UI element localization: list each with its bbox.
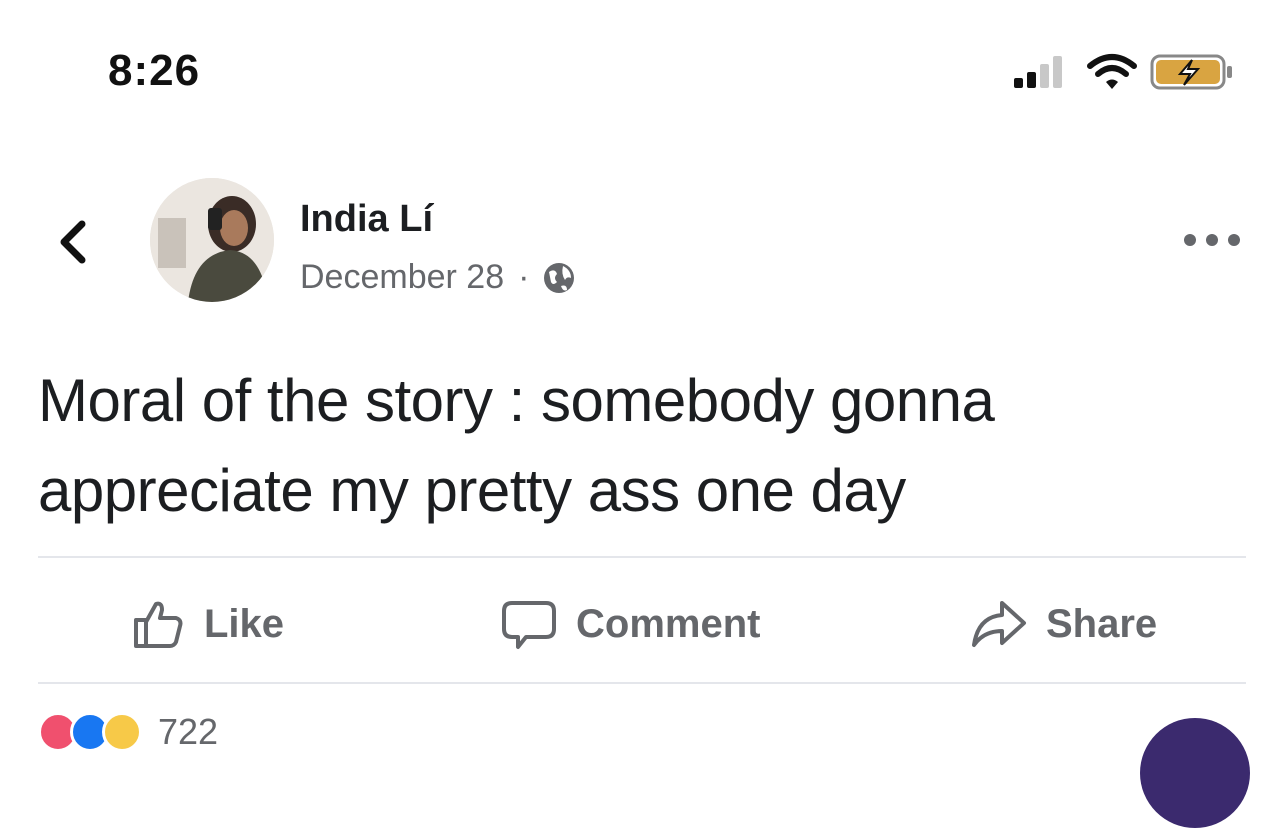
battery-charging-icon xyxy=(1150,54,1232,90)
divider xyxy=(38,556,1246,558)
reactions-summary[interactable]: 722 xyxy=(38,712,218,752)
like-button[interactable]: Like xyxy=(130,590,284,658)
avatar-photo-icon xyxy=(150,178,274,302)
status-time: 8:26 xyxy=(108,46,201,95)
post-meta: December 28 · xyxy=(300,258,577,297)
haha-reaction-icon xyxy=(102,712,142,752)
share-arrow-icon xyxy=(972,601,1026,647)
post-text-line: appreciate my pretty ass one day xyxy=(38,457,906,524)
thumbs-up-icon xyxy=(134,601,183,648)
back-chevron-icon[interactable] xyxy=(48,210,96,274)
comment-button[interactable]: Comment xyxy=(500,590,760,658)
post-date[interactable]: December 28 xyxy=(300,258,504,297)
meta-separator: · xyxy=(518,258,530,296)
globe-icon xyxy=(544,262,575,293)
cellular-signal-icon xyxy=(1014,56,1062,88)
post-text: Moral of the story : somebody gonna appr… xyxy=(38,356,1258,536)
author-avatar[interactable] xyxy=(150,178,274,302)
divider xyxy=(38,682,1246,684)
comment-bubble-icon xyxy=(502,601,556,649)
author-name[interactable]: India Lí xyxy=(300,198,433,241)
more-options-icon[interactable] xyxy=(1182,228,1242,252)
status-bar: 8:26 xyxy=(0,0,1284,140)
reaction-count: 722 xyxy=(158,711,219,752)
comment-label: Comment xyxy=(576,601,761,646)
wifi-icon xyxy=(1087,54,1137,89)
share-label: Share xyxy=(1046,601,1158,646)
like-label: Like xyxy=(204,601,285,646)
commenter-avatar[interactable] xyxy=(1140,718,1250,828)
post-text-line: Moral of the story : somebody gonna xyxy=(38,367,995,434)
share-button[interactable]: Share xyxy=(970,590,1157,658)
